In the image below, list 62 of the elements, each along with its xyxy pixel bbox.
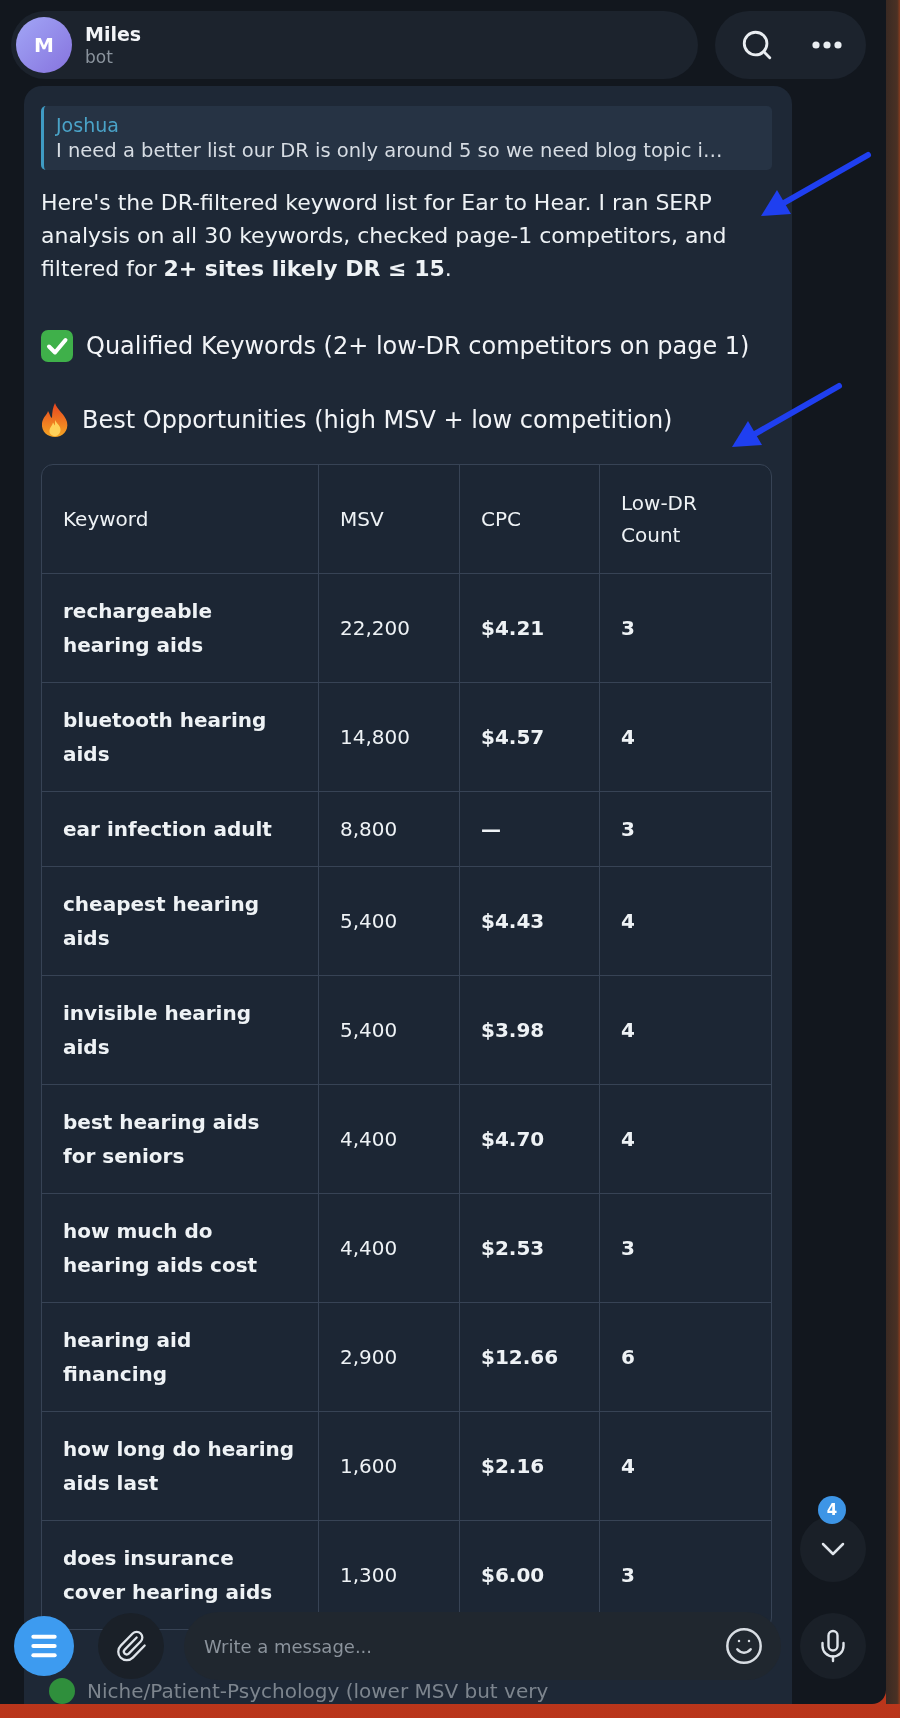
- table-cell: how long do hearing aids last: [42, 1412, 319, 1521]
- column-header: CPC: [460, 465, 600, 574]
- message-text: Here's the DR-filtered keyword list for Ear to Hear. I ran SERP analysis on all 30 keywords, checked page-1 competitors, and filtered for 2+ sites likely DR ≤ 15.: [41, 189, 728, 283]
- table-cell: 4,400: [319, 1085, 460, 1194]
- table-cell: 4: [600, 683, 771, 792]
- unread-badge: 4: [818, 1496, 846, 1524]
- table-cell: 5,400: [319, 976, 460, 1085]
- smile-icon: [724, 1626, 764, 1666]
- check-icon: [41, 330, 73, 362]
- paperclip-icon: [114, 1629, 148, 1663]
- table-cell: 22,200: [319, 574, 460, 683]
- table-cell: 4,400: [319, 1194, 460, 1303]
- section-heading: Best Opportunities (high MSV + low competition): [82, 405, 673, 436]
- column-header: Low-DR Count: [600, 465, 771, 574]
- reply-quote[interactable]: Joshua I need a better list our DR is only around 5 so we need blog topic i…: [41, 106, 772, 170]
- table-cell-text: 3: [620, 1562, 636, 1589]
- table-cell: ear infection adult: [42, 792, 319, 867]
- more-icon: [812, 41, 842, 49]
- emoji-button[interactable]: [723, 1625, 765, 1667]
- circle-icon: [49, 1678, 75, 1704]
- table-cell: 4: [600, 867, 771, 976]
- table-cell: 3: [600, 792, 771, 867]
- table-cell: invisible hearing aids: [42, 976, 319, 1085]
- search-icon: [740, 28, 774, 62]
- table-cell: $4.43: [460, 867, 600, 976]
- table-cell: 3: [600, 1194, 771, 1303]
- section-heading: Niche/Patient-Psychology (lower MSV but very: [87, 1679, 549, 1703]
- table-cell: $2.16: [460, 1412, 600, 1521]
- chat-header[interactable]: M Miles bot: [11, 11, 698, 79]
- table-cell: $12.66: [460, 1303, 600, 1412]
- table-cell: rechargeable hearing aids: [42, 574, 319, 683]
- section-heading: Qualified Keywords (2+ low-DR competitors on page 1): [86, 331, 750, 362]
- table-cell: 5,400: [319, 867, 460, 976]
- table-cell: 1,600: [319, 1412, 460, 1521]
- column-header: MSV: [319, 465, 460, 574]
- table-cell: 3: [600, 574, 771, 683]
- table-cell: $4.57: [460, 683, 600, 792]
- table-cell: 8,800: [319, 792, 460, 867]
- table-cell: how much do hearing aids cost: [42, 1194, 319, 1303]
- table-cell: $4.70: [460, 1085, 600, 1194]
- table-cell: bluetooth hearing aids: [42, 683, 319, 792]
- reply-text: I need a better list our DR is only around 5 so we need blog topic i…: [56, 138, 724, 163]
- table-cell: cheapest hearing aids: [42, 867, 319, 976]
- avatar: M: [16, 17, 72, 73]
- table-cell: 4: [600, 1085, 771, 1194]
- table-cell: hearing aid financing: [42, 1303, 319, 1412]
- table-cell: —: [460, 792, 600, 867]
- table-cell: 4: [600, 976, 771, 1085]
- table-cell: 6: [600, 1303, 771, 1412]
- reply-author: Joshua: [56, 113, 120, 138]
- fire-icon: [41, 403, 69, 437]
- column-header: Keyword: [42, 465, 319, 574]
- table-cell: $4.21: [460, 574, 600, 683]
- table-cell: 14,800: [319, 683, 460, 792]
- chat-title: Miles: [85, 22, 142, 46]
- chat-subtitle: bot: [85, 46, 114, 68]
- table-cell: $2.53: [460, 1194, 600, 1303]
- table-cell: $3.98: [460, 976, 600, 1085]
- table-cell: 4: [600, 1412, 771, 1521]
- table-cell: best hearing aids for seniors: [42, 1085, 319, 1194]
- message-input[interactable]: Write a message...: [184, 1612, 781, 1680]
- table-cell: 2,900: [319, 1303, 460, 1412]
